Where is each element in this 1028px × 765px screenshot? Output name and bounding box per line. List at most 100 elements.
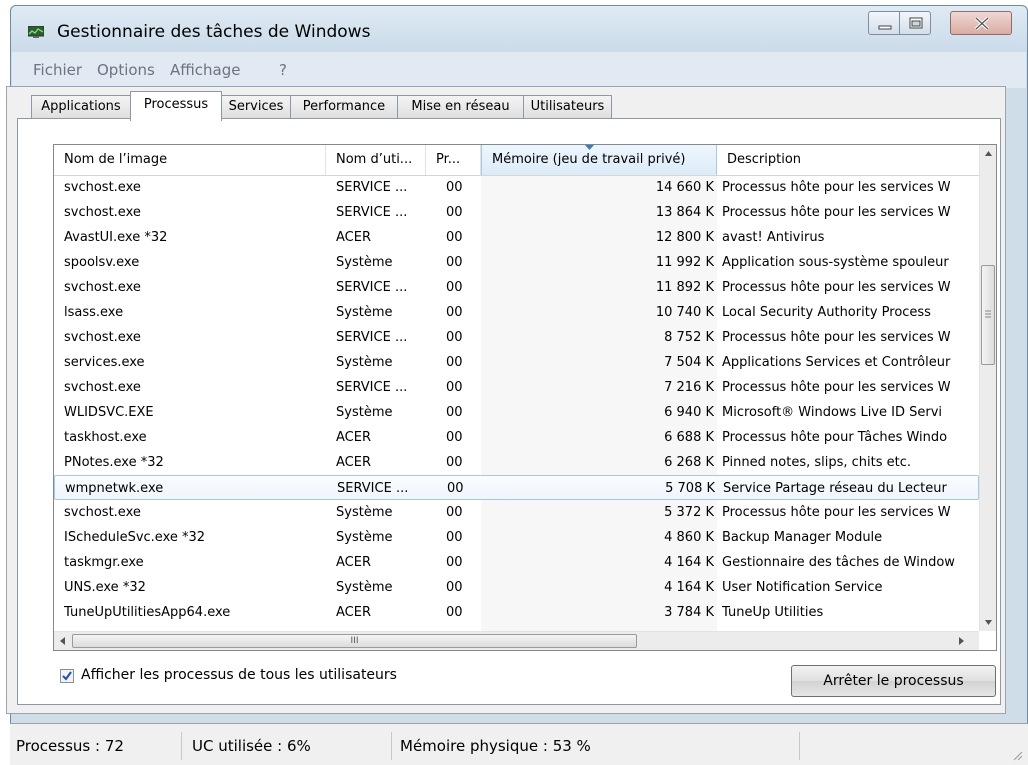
tab-utilisateurs[interactable]: Utilisateurs [523, 95, 612, 119]
cell-description: Pinned notes, slips, chits etc. [722, 455, 912, 470]
cell-user-name: Système [336, 255, 393, 270]
process-list[interactable]: Nom de l’image Nom d’uti... Pr... Mémoir… [53, 144, 997, 651]
grip-icon [985, 310, 991, 318]
cell-image-name: spoolsv.exe [64, 255, 140, 270]
cell-cpu: 00 [446, 555, 463, 570]
status-memory: Mémoire physique : 53 % [400, 732, 800, 760]
cell-memory: 6 688 K [664, 430, 714, 445]
table-row[interactable]: UNS.exe *32 Système 00 4 164 K User Notifica… [54, 575, 979, 600]
cell-cpu: 00 [446, 380, 463, 395]
cell-user-name: SERVICE ... [336, 280, 408, 295]
cell-user-name: SERVICE ... [336, 380, 408, 395]
table-row[interactable]: IScheduleSvc.exe *32 Système 00 4 860 K Back… [54, 525, 979, 550]
cell-description: Applications Services et Contrôleur [722, 355, 951, 370]
horizontal-scrollbar[interactable]: III [54, 631, 979, 650]
menu-bar: Fichier Options Affichage ? [12, 52, 1026, 88]
table-row[interactable]: taskmgr.exe ACER 00 4 164 K Gestionnaire des… [54, 550, 979, 575]
cell-image-name: svchost.exe [64, 280, 141, 295]
table-row[interactable]: wmpnetwk.exe SERVICE ... 00 5 708 K Service … [54, 475, 979, 500]
table-row[interactable]: svchost.exe Système 00 5 372 K Processus hôt… [54, 500, 979, 525]
menu-affichage[interactable]: Affichage [170, 61, 240, 79]
table-row[interactable]: TuneUpUtilitiesApp64.exe ACER 00 3 784 K Tun… [54, 600, 979, 625]
close-icon [974, 16, 990, 31]
table-row[interactable]: WLIDSVC.EXE Système 00 6 940 K Microsoft® Wi… [54, 400, 979, 425]
menu-options[interactable]: Options [97, 61, 155, 79]
col-header-description[interactable]: Description [717, 145, 979, 175]
tab-mise-en-reseau[interactable]: Mise en réseau [397, 95, 524, 119]
col-header-cpu[interactable]: Pr... [426, 145, 481, 175]
vertical-scroll-thumb[interactable] [981, 265, 995, 365]
col-header-name[interactable]: Nom de l’image [54, 145, 326, 175]
table-row[interactable]: services.exe Système 00 7 504 K Applications… [54, 350, 979, 375]
cell-memory: 6 940 K [664, 405, 714, 420]
cell-image-name: services.exe [64, 355, 145, 370]
menu-help[interactable]: ? [279, 61, 287, 79]
window-title: Gestionnaire des tâches de Windows [57, 22, 371, 42]
cell-memory: 14 660 K [655, 180, 714, 195]
cell-description: TuneUp Utilities [722, 605, 824, 620]
show-all-users-checkbox[interactable] [60, 669, 74, 683]
tab-processus[interactable]: Processus [130, 91, 222, 121]
cell-memory: 4 164 K [664, 555, 714, 570]
scroll-up-icon[interactable] [980, 145, 997, 162]
cell-cpu: 00 [446, 255, 463, 270]
table-row[interactable]: lsass.exe Système 00 10 740 K Local Security… [54, 300, 979, 325]
resize-grip-icon[interactable] [1012, 750, 1024, 762]
tab-services[interactable]: Services [221, 95, 291, 119]
close-button[interactable] [950, 11, 1012, 35]
cell-user-name: SERVICE ... [336, 205, 408, 220]
status-cpu: UC utilisée : 6% [192, 732, 392, 760]
cell-cpu: 00 [446, 455, 463, 470]
cell-cpu: 00 [446, 280, 463, 295]
cell-user-name: ACER [336, 555, 371, 570]
table-row[interactable]: svchost.exe SERVICE ... 00 13 864 K Processu… [54, 200, 979, 225]
cell-description: Processus hôte pour les services W [722, 380, 951, 395]
table-row[interactable]: svchost.exe SERVICE ... 00 14 660 K Processu… [54, 175, 979, 200]
col-header-memory[interactable]: Mémoire (jeu de travail privé) [481, 145, 717, 175]
col-header-user[interactable]: Nom d’uti... [326, 145, 426, 175]
scroll-down-icon[interactable] [980, 614, 997, 631]
horizontal-scroll-thumb[interactable]: III [72, 634, 637, 648]
cell-description: Gestionnaire des tâches de Window [722, 555, 955, 570]
table-row[interactable]: svchost.exe SERVICE ... 00 11 892 K Processu… [54, 275, 979, 300]
tab-performance[interactable]: Performance [290, 95, 398, 119]
cell-memory: 8 752 K [664, 330, 714, 345]
cell-image-name: taskhost.exe [64, 430, 147, 445]
menu-fichier[interactable]: Fichier [33, 61, 82, 79]
cell-image-name: svchost.exe [64, 205, 141, 220]
cell-cpu: 00 [446, 330, 463, 345]
cell-description: Processus hôte pour Tâches Windo [722, 430, 948, 445]
cell-memory: 6 268 K [664, 455, 714, 470]
table-row[interactable]: taskhost.exe ACER 00 6 688 K Processus hôte … [54, 425, 979, 450]
title-bar[interactable]: Gestionnaire des tâches de Windows [11, 6, 1027, 52]
maximize-button[interactable] [899, 11, 931, 35]
table-row[interactable]: spoolsv.exe Système 00 11 992 K Application … [54, 250, 979, 275]
scroll-left-icon[interactable] [56, 634, 70, 648]
scroll-right-icon[interactable] [954, 634, 968, 648]
cell-user-name: Système [336, 580, 393, 595]
cell-memory: 4 164 K [664, 580, 714, 595]
cell-image-name: lsass.exe [64, 305, 124, 320]
cell-image-name: svchost.exe [64, 330, 141, 345]
minimize-icon [878, 25, 892, 30]
cell-image-name: taskmgr.exe [64, 555, 144, 570]
minimize-button[interactable] [868, 11, 900, 35]
status-bar: Processus : 72 UC utilisée : 6% Mémoire … [10, 723, 1028, 765]
cell-description: Service Partage réseau du Lecteur [723, 481, 947, 496]
cell-cpu: 00 [446, 205, 463, 220]
cell-description: avast! Antivirus [722, 230, 825, 245]
end-process-button[interactable]: Arrêter le processus [791, 665, 996, 697]
cell-description: Processus hôte pour les services W [722, 505, 951, 520]
table-row[interactable]: svchost.exe SERVICE ... 00 8 752 K Processus… [54, 325, 979, 350]
checkmark-icon [62, 671, 72, 681]
table-row[interactable]: AvastUI.exe *32 ACER 00 12 800 K avast! Anti… [54, 225, 979, 250]
table-row[interactable]: svchost.exe SERVICE ... 00 7 216 K Processus… [54, 375, 979, 400]
cell-memory: 5 372 K [664, 505, 714, 520]
tab-applications[interactable]: Applications [31, 95, 131, 119]
vertical-scrollbar[interactable] [979, 145, 997, 631]
table-row[interactable]: PNotes.exe *32 ACER 00 6 268 K Pinned notes,… [54, 450, 979, 475]
maximize-icon [909, 17, 923, 29]
show-all-users-label[interactable]: Afficher les processus de tous les utili… [81, 667, 397, 683]
cell-description: Processus hôte pour les services W [722, 205, 951, 220]
cell-cpu: 00 [446, 355, 463, 370]
